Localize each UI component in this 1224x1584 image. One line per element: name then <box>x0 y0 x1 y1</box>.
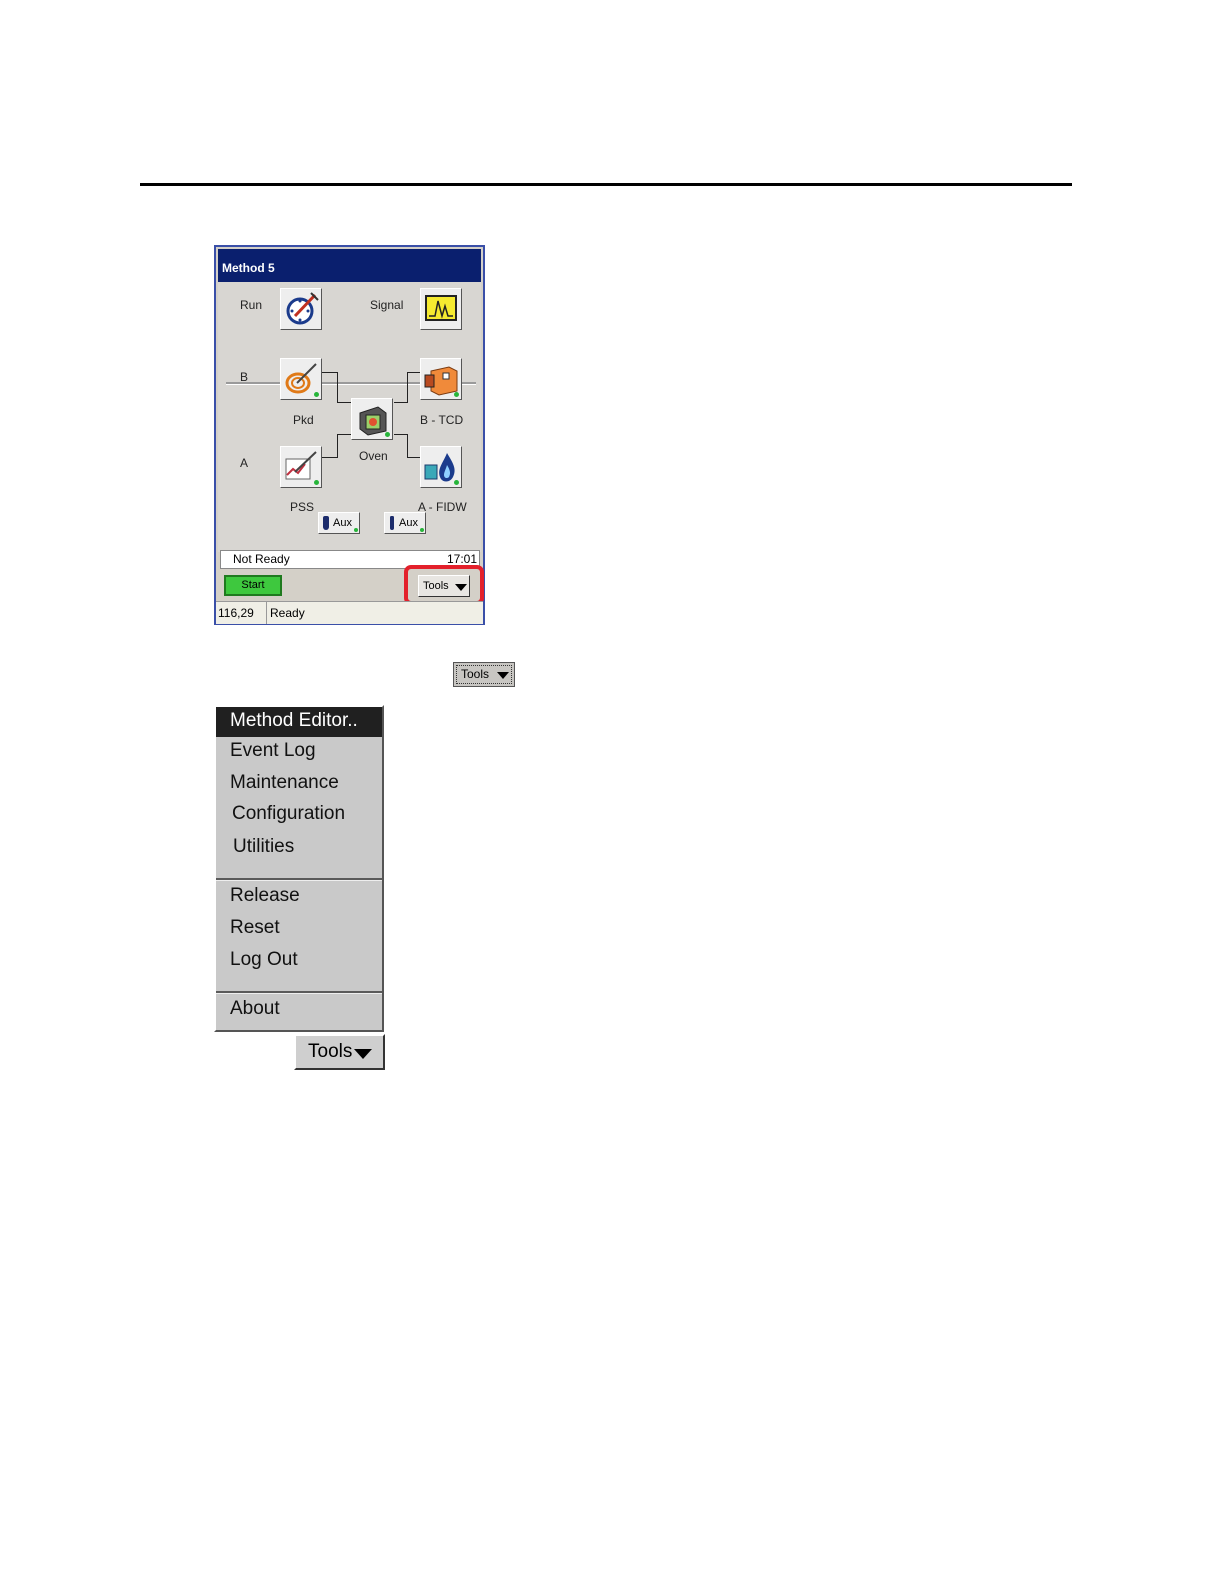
gas-cylinder-icon <box>323 516 329 530</box>
connector <box>322 372 338 373</box>
window-title: Method 5 <box>218 249 481 282</box>
dropdown-arrow-icon <box>354 1049 372 1059</box>
thermometer-icon <box>390 516 394 530</box>
gc-device-window: Method 5 Run Signal B A Pkd PSS Oven B -… <box>214 245 485 625</box>
menu-item-maintenance[interactable]: Maintenance <box>216 769 382 799</box>
inlet-b-button[interactable] <box>280 358 322 400</box>
ready-indicator <box>354 528 358 532</box>
run-label: Run <box>240 298 263 312</box>
start-button[interactable]: Start <box>224 575 282 596</box>
detector-b-button[interactable] <box>420 358 462 400</box>
chromatogram-icon <box>425 295 457 321</box>
status-panel: Run Signal B A Pkd PSS Oven B - TCD A - … <box>218 282 481 552</box>
menu-item-method-editor[interactable]: Method Editor.. <box>216 707 382 737</box>
coords-readout: 116,29 <box>218 606 254 620</box>
menu-item-release[interactable]: Release <box>216 882 382 912</box>
menu-separator <box>216 991 382 994</box>
row-b-label: B <box>240 370 249 384</box>
ready-indicator <box>314 480 319 485</box>
menu-item-configuration[interactable]: Configuration <box>216 800 382 830</box>
connector <box>337 434 338 457</box>
signal-button[interactable] <box>420 288 462 330</box>
menu-separator <box>216 878 382 881</box>
connector <box>337 434 351 435</box>
oven-label: Oven <box>359 449 388 463</box>
detector-a-button[interactable] <box>420 446 462 488</box>
oven-button[interactable] <box>351 398 393 440</box>
page-rule <box>140 183 1072 186</box>
aux-thermal-button[interactable]: Aux <box>384 512 426 534</box>
tools-button-inline[interactable]: Tools <box>453 662 515 687</box>
row-a-label: A <box>240 456 249 470</box>
callout-highlight <box>404 565 484 605</box>
inlet-a-button[interactable] <box>280 446 322 488</box>
connector <box>407 372 408 402</box>
connector <box>407 372 421 373</box>
connector <box>337 402 351 403</box>
inlet-b-label: Pkd <box>293 413 314 427</box>
connector <box>407 434 408 457</box>
menu-item-log-out[interactable]: Log Out <box>216 946 382 976</box>
connector <box>394 402 408 403</box>
run-button[interactable] <box>280 288 322 330</box>
dropdown-arrow-icon <box>497 672 509 679</box>
tools-dropdown-menu: Method Editor.. Event Log Maintenance Co… <box>214 705 384 1032</box>
ready-indicator <box>314 392 319 397</box>
ready-status: Not Ready <box>233 552 290 566</box>
tools-button-large[interactable]: Tools <box>294 1034 385 1070</box>
menu-item-reset[interactable]: Reset <box>216 914 382 944</box>
status-text: Ready <box>270 606 305 620</box>
signal-label: Signal <box>370 298 404 312</box>
stopwatch-syringe-icon <box>286 292 319 325</box>
menu-item-about[interactable]: About <box>216 995 382 1025</box>
tools-label: Tools <box>308 1041 353 1062</box>
aux-pressure-button[interactable]: Aux <box>318 512 360 534</box>
menu-item-utilities[interactable]: Utilities <box>216 833 382 863</box>
connector <box>407 457 421 458</box>
connector <box>337 372 338 402</box>
detector-b-label: B - TCD <box>420 413 464 427</box>
inlet-a-label: PSS <box>290 500 315 514</box>
connector <box>394 434 408 435</box>
menu-item-event-log[interactable]: Event Log <box>216 737 382 767</box>
status-bar: 116,29 Ready <box>216 601 483 624</box>
status-divider <box>266 602 267 624</box>
ready-indicator <box>420 528 424 532</box>
aux-label: Aux <box>333 517 352 529</box>
ready-indicator <box>454 392 459 397</box>
aux-label: Aux <box>399 517 418 529</box>
ready-indicator <box>385 432 390 437</box>
connector <box>322 457 338 458</box>
ready-indicator <box>454 480 459 485</box>
